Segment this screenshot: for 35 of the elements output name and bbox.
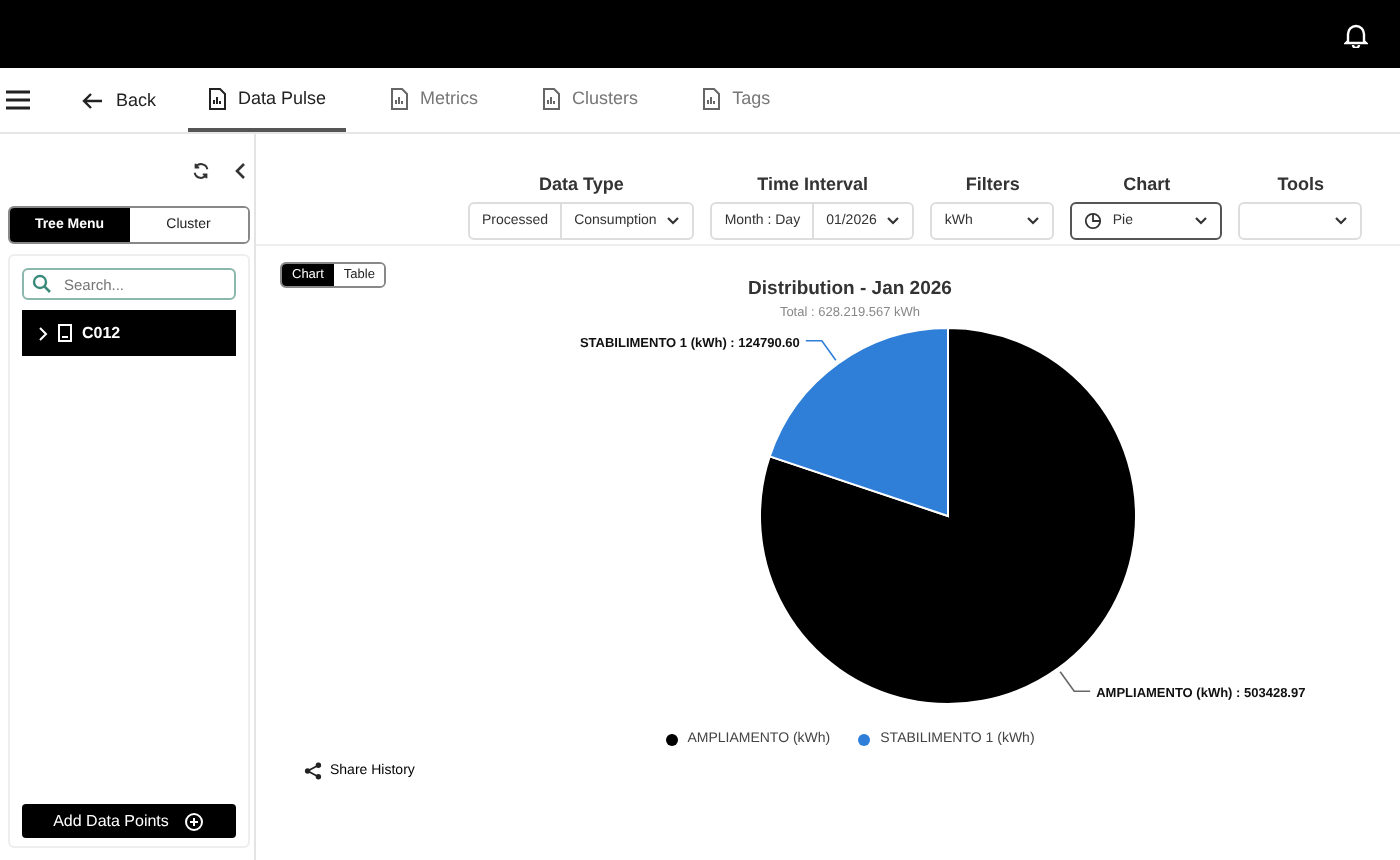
filter-label: Tools (1277, 174, 1325, 194)
nav-tab[interactable]: Data Pulse (188, 68, 347, 132)
caret-icon (1194, 216, 1209, 226)
caret-icon (886, 216, 901, 226)
pie-chart-icon (1084, 212, 1103, 230)
filter-label: Time Interval (757, 174, 869, 194)
leader-line (1059, 671, 1091, 693)
add-data-points-button[interactable]: Add Data Points (22, 804, 236, 838)
leader-line (805, 339, 837, 361)
nav-tab[interactable]: Clusters (522, 68, 659, 132)
refresh-icon[interactable] (192, 161, 210, 179)
document-chart-icon (702, 87, 721, 109)
caret-icon (1026, 216, 1041, 226)
bell-icon[interactable] (1344, 21, 1368, 47)
caret-icon (1334, 216, 1349, 226)
add-icon (184, 811, 205, 831)
document-chart-icon (542, 87, 561, 109)
document-chart-icon (390, 87, 409, 109)
tree-item[interactable]: C012 (22, 310, 236, 356)
back-arrow-icon (82, 91, 104, 109)
filter-label: Data Type (538, 174, 624, 194)
nav-tab[interactable]: Metrics (370, 68, 499, 132)
document-chart-icon (208, 87, 227, 109)
back-button[interactable]: Back (66, 68, 173, 132)
collapse-icon[interactable] (234, 161, 246, 179)
filter-label: Chart (1123, 174, 1171, 194)
search-icon (32, 274, 52, 294)
nav-tab[interactable]: Tags (682, 68, 791, 132)
share-icon (304, 762, 322, 780)
chart-title: Distribution - Jan 2026 (748, 278, 952, 300)
menu-icon[interactable] (6, 90, 30, 110)
filter-label: Filters (965, 174, 1020, 194)
device-icon (58, 324, 72, 342)
caret-icon (666, 216, 681, 226)
chevron-icon (38, 325, 48, 341)
